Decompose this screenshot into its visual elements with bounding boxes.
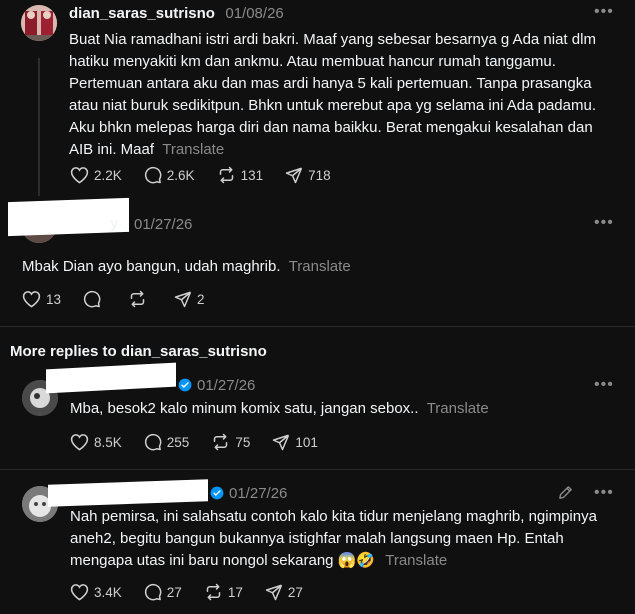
reply-button[interactable]: 2.6K bbox=[144, 166, 195, 184]
redaction bbox=[46, 362, 176, 394]
share-button[interactable]: 27 bbox=[265, 583, 303, 601]
post-actions: 2.2K 2.6K 131 718 bbox=[70, 166, 353, 184]
repost-icon bbox=[219, 166, 233, 184]
comment-icon bbox=[144, 583, 162, 601]
reply-actions: 13 2 bbox=[22, 290, 227, 308]
heart-icon bbox=[70, 167, 89, 184]
section-title: More replies to dian_saras_sutrisno bbox=[10, 343, 267, 360]
redaction bbox=[48, 479, 208, 507]
reply-button[interactable] bbox=[83, 290, 106, 308]
heart-icon bbox=[70, 434, 89, 451]
comment-icon bbox=[144, 166, 162, 184]
reply-text: Nah pemirsa, ini salahsatu contoh kalo k… bbox=[70, 508, 597, 569]
repost-count: 131 bbox=[240, 167, 264, 183]
repost-button[interactable]: 131 bbox=[217, 166, 264, 184]
like-count: 13 bbox=[46, 291, 62, 307]
like-count: 3.4K bbox=[94, 584, 122, 600]
reply-count: 27 bbox=[166, 584, 182, 600]
reply-button[interactable]: 255 bbox=[144, 433, 190, 451]
like-count: 2.2K bbox=[94, 167, 122, 183]
more-icon[interactable]: ••• bbox=[594, 376, 614, 394]
verified-icon bbox=[178, 378, 192, 397]
like-button[interactable]: 3.4K bbox=[70, 583, 122, 601]
thread-line bbox=[38, 58, 40, 196]
translate-link[interactable]: Translate bbox=[427, 400, 489, 417]
translate-link[interactable]: Translate bbox=[289, 258, 351, 275]
timestamp[interactable]: 01/27/26 bbox=[197, 377, 255, 394]
share-icon bbox=[285, 167, 303, 184]
repost-button[interactable] bbox=[128, 290, 152, 308]
share-button[interactable]: 718 bbox=[285, 166, 331, 184]
heart-icon bbox=[22, 291, 41, 308]
avatar[interactable] bbox=[21, 5, 57, 41]
repost-button[interactable]: 75 bbox=[211, 433, 250, 451]
reply-text: Mbak Dian ayo bangun, udah maghrib. Tran… bbox=[22, 258, 351, 275]
divider bbox=[0, 326, 635, 327]
repost-count: 17 bbox=[227, 584, 243, 600]
repost-icon bbox=[206, 583, 221, 601]
share-count: 718 bbox=[308, 167, 331, 183]
more-icon[interactable]: ••• bbox=[594, 214, 614, 232]
share-button[interactable]: 2 bbox=[174, 290, 205, 308]
reply-text: Mba, besok2 kalo minum komix satu, janga… bbox=[70, 400, 489, 417]
translate-link[interactable]: Translate bbox=[385, 552, 447, 569]
share-icon bbox=[273, 434, 290, 451]
divider bbox=[0, 469, 635, 470]
share-icon bbox=[174, 291, 192, 308]
reply-count: 255 bbox=[166, 434, 190, 450]
like-button[interactable]: 2.2K bbox=[70, 166, 122, 184]
share-count: 101 bbox=[295, 434, 318, 450]
repost-icon bbox=[214, 433, 228, 451]
like-count: 8.5K bbox=[94, 434, 122, 450]
post-text: Buat Nia ramadhani istri ardi bakri. Maa… bbox=[69, 31, 596, 158]
edit-icon[interactable] bbox=[557, 484, 574, 506]
comment-icon bbox=[144, 433, 162, 451]
emoji: 😱🤣 bbox=[337, 552, 376, 569]
comment-icon bbox=[83, 290, 101, 308]
reply-actions: 3.4K 27 17 27 bbox=[70, 583, 325, 601]
like-button[interactable]: 8.5K bbox=[70, 433, 122, 451]
repost-icon bbox=[130, 290, 145, 308]
share-count: 27 bbox=[287, 584, 303, 600]
heart-icon bbox=[70, 584, 89, 601]
timestamp[interactable]: 01/27/26 bbox=[134, 216, 192, 233]
reply-button[interactable]: 27 bbox=[144, 583, 182, 601]
timestamp[interactable]: 01/08/26 bbox=[225, 5, 283, 22]
like-button[interactable]: 13 bbox=[22, 290, 61, 308]
share-count: 2 bbox=[197, 291, 205, 307]
username[interactable]: dian_saras_sutrisno bbox=[69, 5, 215, 22]
reply-actions: 8.5K 255 75 101 bbox=[70, 433, 340, 451]
more-icon[interactable]: ••• bbox=[594, 3, 614, 21]
repost-button[interactable]: 17 bbox=[204, 583, 243, 601]
repost-count: 75 bbox=[235, 434, 251, 450]
timestamp[interactable]: 01/27/26 bbox=[229, 485, 287, 502]
translate-link[interactable]: Translate bbox=[162, 141, 224, 158]
reply-count: 2.6K bbox=[166, 167, 195, 183]
verified-icon bbox=[210, 486, 224, 505]
share-button[interactable]: 101 bbox=[272, 433, 318, 451]
more-icon[interactable]: ••• bbox=[594, 484, 614, 502]
share-icon bbox=[265, 584, 283, 601]
username[interactable]: y bbox=[110, 215, 118, 232]
